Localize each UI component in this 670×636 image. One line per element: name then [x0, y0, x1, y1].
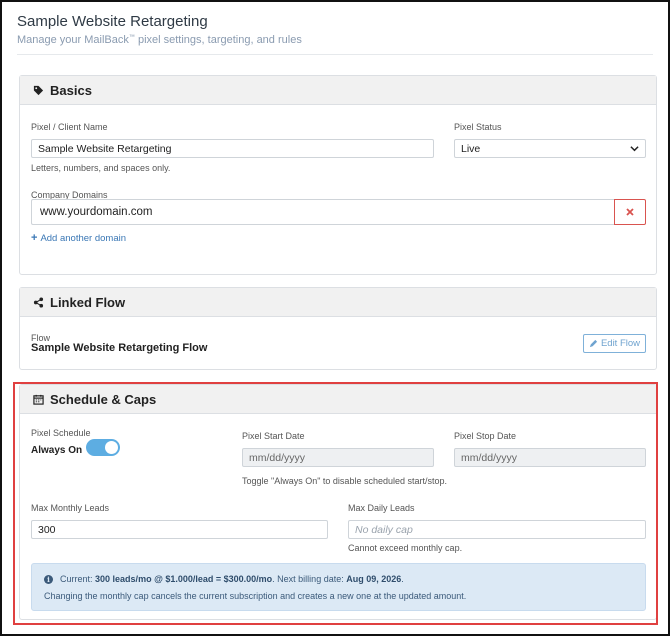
plus-icon: + — [31, 232, 38, 244]
tag-icon — [33, 85, 44, 95]
linked-flow-header: Linked Flow — [20, 288, 656, 317]
add-domain-link[interactable]: + Add another domain — [31, 232, 126, 244]
linked-flow-panel: Linked Flow Flow Sample Website Retarget… — [19, 287, 657, 370]
domain-input[interactable]: www.yourdomain.com — [31, 199, 615, 225]
basics-heading: Basics — [50, 82, 92, 98]
status-label: Pixel Status — [454, 122, 502, 132]
status-select[interactable]: Live — [454, 139, 646, 158]
edit-flow-button[interactable]: Edit Flow — [583, 334, 646, 353]
client-name-help: Letters, numbers, and spaces only. — [31, 163, 171, 173]
basics-panel: Basics Pixel / Client Name Sample Websit… — [19, 75, 657, 275]
status-value: Live — [461, 142, 481, 155]
highlight-outline — [13, 382, 658, 625]
client-name-label: Pixel / Client Name — [31, 122, 108, 132]
title-divider — [17, 54, 653, 55]
basics-header: Basics — [20, 76, 656, 105]
close-icon — [626, 208, 634, 216]
page-frame: Sample Website Retargeting Manage your M… — [0, 0, 670, 636]
page-subtitle: Manage your MailBack™ pixel settings, ta… — [17, 34, 302, 46]
remove-domain-button[interactable] — [614, 199, 646, 225]
share-icon — [33, 296, 44, 308]
chevron-down-icon — [630, 146, 639, 152]
flow-name: Sample Website Retargeting Flow — [31, 342, 208, 354]
page-title: Sample Website Retargeting — [17, 13, 208, 30]
linked-flow-heading: Linked Flow — [50, 294, 126, 310]
client-name-input[interactable]: Sample Website Retargeting — [31, 139, 434, 158]
pencil-icon — [589, 339, 598, 348]
